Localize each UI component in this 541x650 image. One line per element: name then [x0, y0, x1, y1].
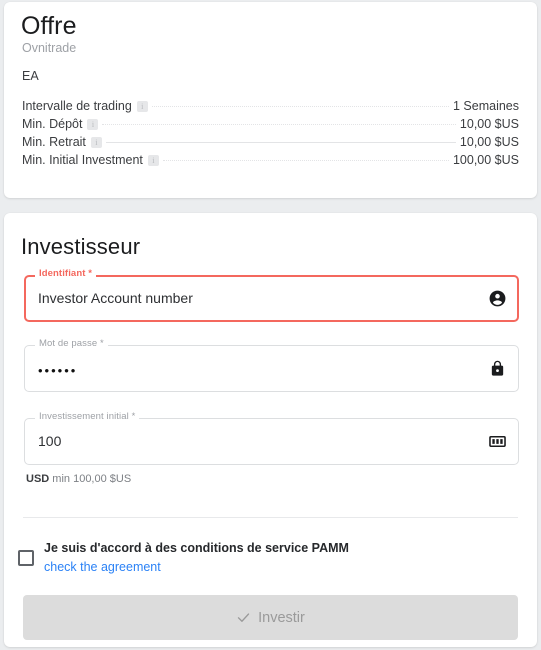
check-icon [236, 610, 251, 625]
spec-label: Min. Dépôt [22, 117, 83, 131]
offer-specs-list: Intervalle de trading i 1 Semaines Min. … [22, 99, 519, 171]
spec-row: Intervalle de trading i 1 Semaines [22, 99, 519, 116]
lock-icon [487, 359, 507, 379]
info-icon[interactable]: i [90, 137, 102, 148]
identifier-input[interactable]: Investor Account number [38, 289, 193, 308]
password-label: Mot de passe * [35, 338, 108, 350]
leader-line [151, 106, 449, 107]
initial-investment-helper: USD min 100,00 $US [26, 472, 131, 486]
account-circle-icon [487, 289, 507, 309]
helper-currency: USD [26, 473, 50, 485]
field-outline [24, 418, 519, 465]
identifier-label: Identifiant * [35, 268, 97, 280]
info-icon[interactable]: i [147, 155, 159, 166]
agreement-texts: Je suis d'accord à des conditions de ser… [44, 540, 349, 575]
spec-value: 10,00 $US [459, 135, 519, 149]
money-icon [487, 432, 507, 452]
helper-text: min 100,00 $US [52, 473, 132, 485]
investor-card: Investisseur Identifiant * Investor Acco… [4, 213, 537, 647]
leader-line [102, 124, 456, 125]
offer-subtitle: Ovnitrade [22, 41, 77, 55]
initial-investment-input[interactable]: 100 [38, 432, 61, 451]
initial-investment-field[interactable]: Investissement initial * 100 [24, 411, 519, 465]
agreement-label: Je suis d'accord à des conditions de ser… [44, 541, 349, 555]
page-title: Offre [21, 12, 77, 40]
initial-investment-label: Investissement initial * [35, 411, 140, 423]
leader-line [105, 142, 456, 143]
info-icon[interactable]: i [136, 101, 148, 112]
spec-row: Min. Initial Investment i 100,00 $US [22, 153, 519, 170]
spec-value: 1 Semaines [452, 99, 519, 113]
divider [23, 517, 518, 518]
section-title-investor: Investisseur [21, 234, 141, 259]
info-icon[interactable]: i [87, 119, 99, 130]
identifier-field[interactable]: Identifiant * Investor Account number [24, 268, 519, 322]
spec-label: Min. Retrait [22, 135, 86, 149]
offer-card: Offre Ovnitrade EA Intervalle de trading… [4, 2, 537, 198]
spec-row: Min. Dépôt i 10,00 $US [22, 117, 519, 134]
spec-label: Intervalle de trading [22, 99, 132, 113]
app-root: Offre Ovnitrade EA Intervalle de trading… [0, 0, 541, 650]
spec-value: 100,00 $US [452, 153, 519, 167]
password-field[interactable]: Mot de passe * •••••• [24, 338, 519, 392]
leader-line [162, 160, 449, 161]
invest-button-label: Investir [258, 609, 305, 626]
password-input[interactable]: •••••• [38, 361, 77, 380]
spec-label: Min. Initial Investment [22, 153, 143, 167]
offer-type: EA [22, 69, 39, 83]
agreement-row: Je suis d'accord à des conditions de ser… [18, 540, 519, 575]
spec-row: Min. Retrait i 10,00 $US [22, 135, 519, 152]
agreement-checkbox[interactable] [18, 549, 34, 566]
field-outline [24, 345, 519, 392]
check-agreement-link[interactable]: check the agreement [44, 559, 349, 575]
invest-button[interactable]: Investir [23, 595, 518, 640]
spec-value: 10,00 $US [459, 117, 519, 131]
